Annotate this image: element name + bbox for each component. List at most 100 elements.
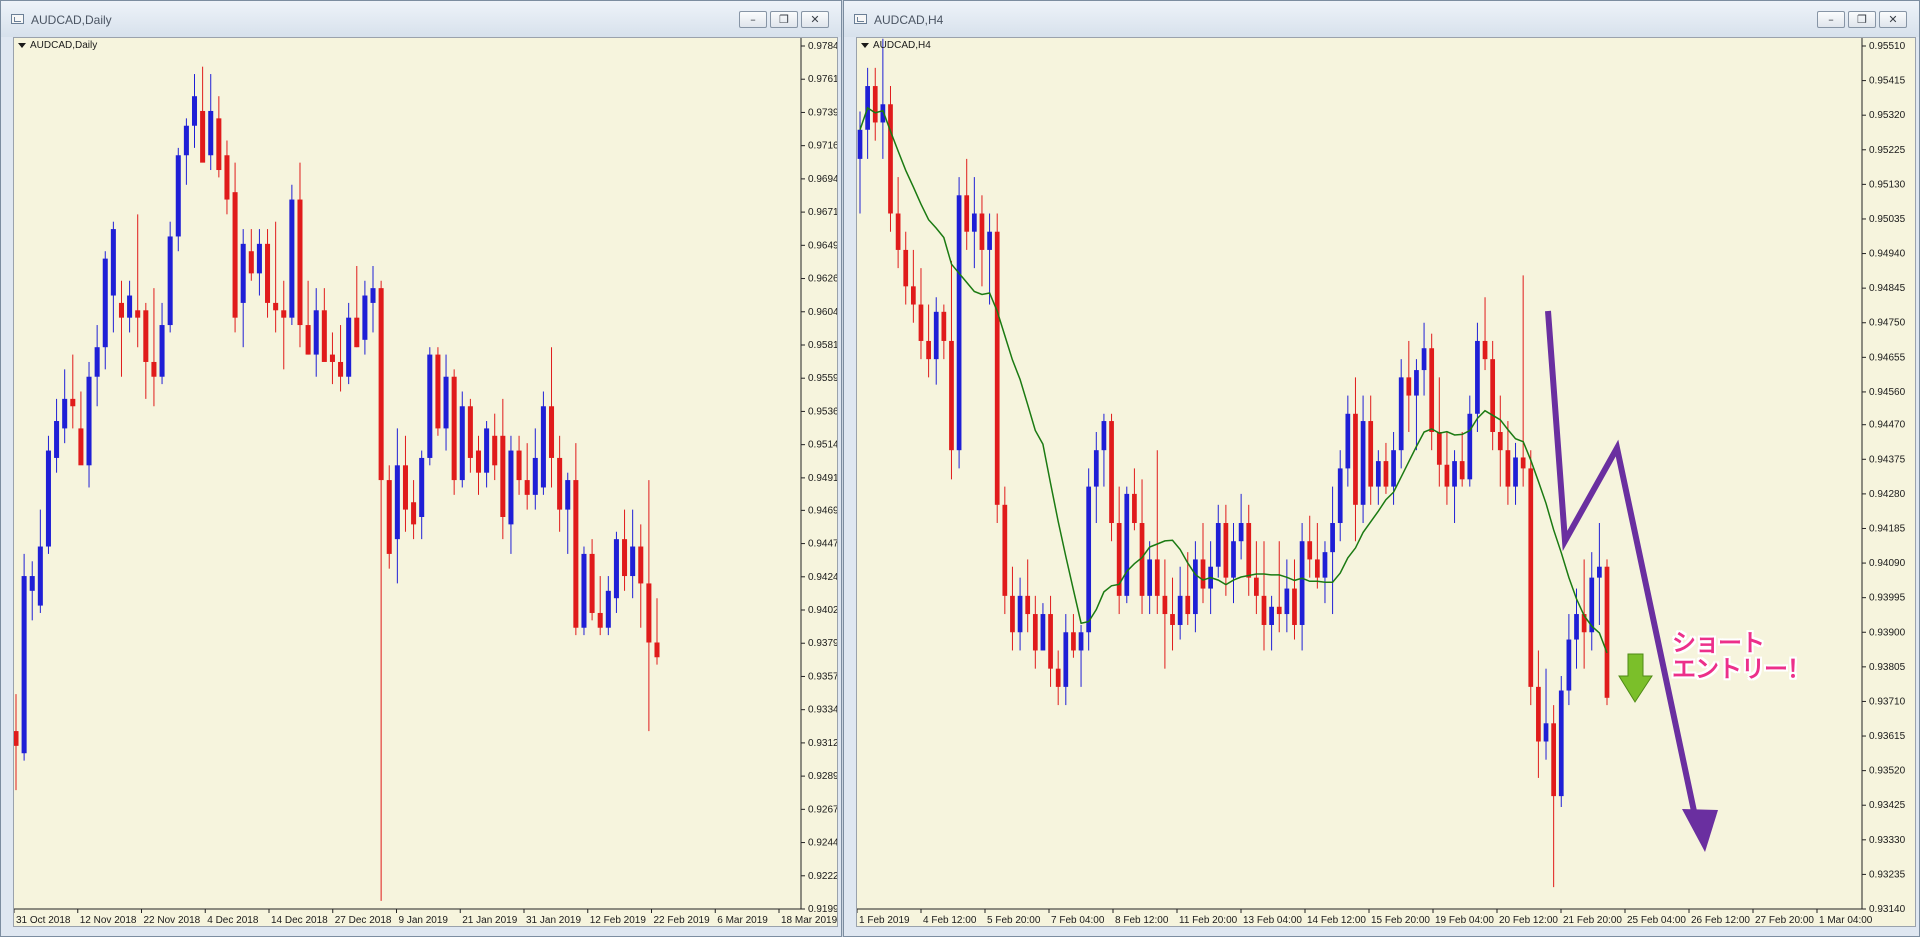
- candle-body: [1040, 614, 1046, 651]
- restore-button[interactable]: ❐: [1848, 11, 1876, 28]
- candle-body: [475, 450, 482, 473]
- candle: [1162, 559, 1168, 669]
- time-tick-label: 4 Feb 12:00: [923, 915, 977, 926]
- restore-button[interactable]: ❐: [770, 11, 798, 28]
- candle-body: [1238, 523, 1244, 542]
- candle: [256, 229, 262, 296]
- candle-body: [857, 129, 863, 159]
- candle: [508, 435, 514, 554]
- candle-body: [1490, 359, 1496, 432]
- time-tick-label: 31 Oct 2018: [16, 915, 71, 926]
- candle: [1193, 541, 1198, 633]
- candle-body: [1558, 690, 1564, 797]
- candlestick-chart-daily[interactable]: 0.97840 0.97615 0.97390 0.97165 0.96940 0.967…: [14, 38, 838, 927]
- candle-body: [467, 406, 473, 458]
- candle-body: [994, 231, 1000, 505]
- candle-body: [903, 249, 909, 287]
- candle: [289, 184, 295, 326]
- chart-symbol-label[interactable]: AUDCAD,Daily: [18, 40, 97, 51]
- candle: [1322, 541, 1328, 604]
- candle-body: [557, 457, 563, 510]
- candle-body: [435, 354, 441, 429]
- candle: [1055, 650, 1061, 706]
- chart-window-h4[interactable]: AUDCAD,H4 – ❐ ✕ 0.95510 0.95415 0.95320 0.9…: [843, 0, 1920, 937]
- candle: [459, 391, 465, 488]
- candle-body: [1177, 595, 1183, 625]
- candle: [654, 598, 660, 665]
- candle: [1086, 468, 1092, 651]
- minimize-button[interactable]: –: [1817, 11, 1845, 28]
- candle-body: [305, 325, 311, 355]
- candle-body: [1010, 595, 1015, 633]
- candle: [248, 229, 254, 281]
- candle: [1177, 566, 1183, 640]
- close-button[interactable]: ✕: [1879, 11, 1907, 28]
- candle-body: [638, 546, 644, 584]
- time-tick-label: 4 Dec 2018: [207, 915, 259, 926]
- candle: [1284, 559, 1290, 633]
- candle-body: [1307, 541, 1313, 560]
- time-tick-label: 9 Jan 2019: [399, 915, 449, 926]
- price-tick-label: 0.92670: [808, 804, 838, 815]
- candle: [118, 280, 124, 377]
- price-tick-label: 0.93795: [808, 638, 838, 649]
- candle-body: [1246, 523, 1252, 578]
- candle: [1292, 559, 1297, 640]
- candlestick-chart-h4[interactable]: 0.95510 0.95415 0.95320 0.95225 0.95130 0.950…: [857, 38, 1916, 927]
- price-tick-label: 0.95510: [1869, 41, 1906, 52]
- candle-body: [1299, 541, 1305, 625]
- candle: [1276, 541, 1282, 633]
- candle: [370, 265, 376, 333]
- candle-body: [964, 195, 970, 232]
- minimize-button[interactable]: –: [739, 11, 767, 28]
- candle-body: [346, 317, 352, 377]
- candle: [419, 450, 425, 540]
- candle-body: [1429, 348, 1435, 432]
- candle: [1536, 650, 1541, 778]
- window-titlebar[interactable]: AUDCAD,H4 – ❐ ✕: [844, 1, 1919, 37]
- time-tick-label: 15 Feb 20:00: [1371, 915, 1430, 926]
- candle: [1444, 431, 1450, 505]
- candle: [1132, 468, 1137, 531]
- candle: [1314, 523, 1320, 589]
- candle: [1513, 442, 1518, 505]
- candle-body: [933, 311, 939, 360]
- candle-body: [987, 231, 992, 250]
- price-tick-label: 0.96040: [808, 307, 838, 318]
- candle: [362, 280, 368, 355]
- price-tick-label: 0.96265: [808, 274, 838, 285]
- candle-body: [1200, 559, 1206, 589]
- candle-body: [338, 361, 344, 377]
- candle: [1337, 450, 1343, 542]
- candle-body: [1086, 486, 1092, 633]
- candle-body: [1337, 468, 1343, 524]
- candle-body: [895, 213, 901, 250]
- candle-body: [622, 539, 628, 577]
- chart-window-daily[interactable]: AUDCAD,Daily – ❐ ✕ 0.97840 0.97615 0.97390…: [0, 0, 842, 937]
- candle: [1558, 675, 1564, 808]
- price-chart-daily[interactable]: 0.97840 0.97615 0.97390 0.97165 0.96940 0.967…: [13, 37, 838, 927]
- close-button[interactable]: ✕: [801, 11, 829, 28]
- window-titlebar[interactable]: AUDCAD,Daily – ❐ ✕: [1, 1, 841, 37]
- candle-body: [1513, 457, 1518, 487]
- candle: [1566, 614, 1572, 706]
- price-tick-label: 0.96940: [808, 174, 838, 185]
- time-tick-label: 21 Jan 2019: [462, 915, 517, 926]
- candle-body: [1109, 421, 1114, 524]
- candle: [895, 177, 901, 269]
- candle-body: [37, 546, 43, 606]
- candle-body: [540, 406, 546, 488]
- candle-body: [1597, 566, 1602, 578]
- chart-symbol-text: AUDCAD,Daily: [30, 40, 98, 51]
- candle: [1246, 504, 1252, 596]
- candle-body: [1505, 450, 1511, 487]
- candle: [1414, 359, 1419, 451]
- chart-symbol-label[interactable]: AUDCAD,H4: [861, 40, 931, 51]
- candle-body: [971, 213, 977, 232]
- time-tick-label: 12 Nov 2018: [80, 915, 137, 926]
- time-tick-label: 31 Jan 2019: [526, 915, 581, 926]
- candle: [402, 435, 408, 532]
- price-tick-label: 0.93615: [1869, 731, 1906, 742]
- price-chart-h4[interactable]: 0.95510 0.95415 0.95320 0.95225 0.95130 0.950…: [856, 37, 1916, 927]
- candle: [45, 435, 51, 554]
